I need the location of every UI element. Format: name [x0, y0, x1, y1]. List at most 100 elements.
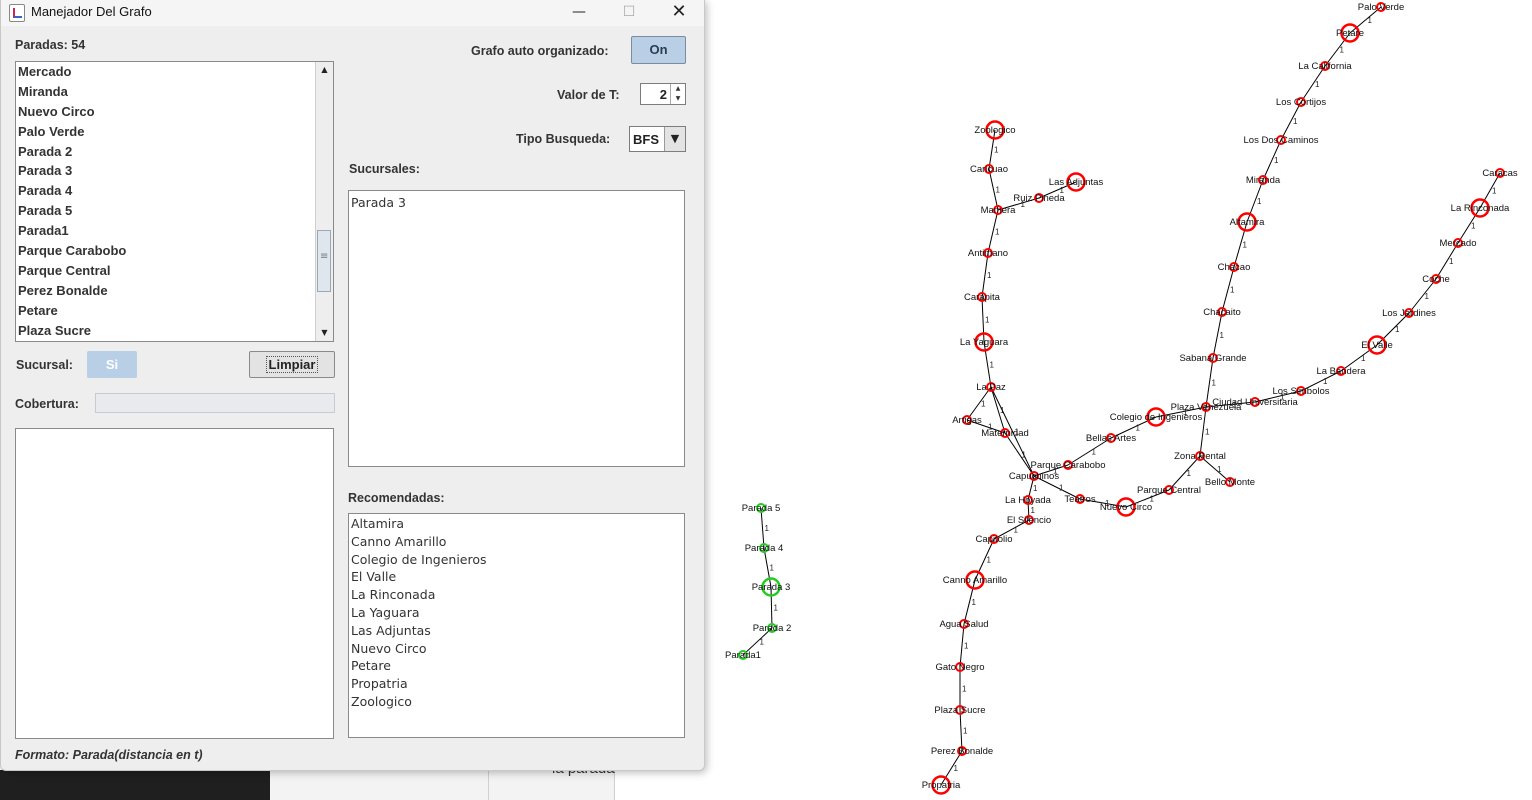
- edge-weight-label: 1: [1340, 46, 1345, 55]
- scroll-up-arrow-icon[interactable]: ▲: [316, 62, 333, 78]
- scroll-thumb[interactable]: [317, 230, 331, 292]
- t-value-label: Valor de T:: [557, 88, 620, 102]
- paradas-list-item[interactable]: Plaza Sucre: [16, 321, 333, 341]
- graph-edge: [959, 709, 963, 752]
- paradas-list-item[interactable]: Palo Verde: [16, 122, 333, 142]
- graph-node-label: El Valle: [1361, 340, 1393, 351]
- edge-weight-label: 1: [1492, 187, 1497, 196]
- t-value-spinner[interactable]: 2 ▲ ▼: [640, 83, 686, 105]
- graph-edge: [981, 296, 985, 343]
- graph-node-label: Miranda: [1246, 175, 1281, 186]
- edge-weight-label: 1: [963, 727, 968, 736]
- edge-weight-label: 1: [987, 271, 992, 280]
- chevron-down-icon[interactable]: ▼: [664, 127, 685, 151]
- paradas-items: Mercado Miranda Nuevo Circo Palo Verde Parad…: [16, 62, 333, 340]
- edge-weight-label: 1: [1471, 222, 1476, 231]
- edge-weight-label: 1: [1368, 16, 1373, 25]
- recomendada-list-item[interactable]: Canno Amarillo: [349, 533, 684, 551]
- sucursales-list[interactable]: Parada 3: [348, 190, 685, 467]
- paradas-list-item[interactable]: Parada 5: [16, 201, 333, 221]
- recomendada-list-item[interactable]: La Rinconada: [349, 586, 684, 604]
- maximize-button[interactable]: ☐: [606, 0, 652, 26]
- graph-node-label: Nuevo Circo: [1100, 502, 1152, 513]
- auto-organize-toggle[interactable]: On: [631, 36, 686, 64]
- spinner-arrows-icon[interactable]: ▲ ▼: [670, 84, 685, 104]
- edge-weight-label: 1: [1031, 506, 1036, 515]
- graph-nodes: Palo Verde Petare La California Los Cortijo…: [725, 2, 1518, 795]
- recomendadas-list[interactable]: Altamira Canno Amarillo Colegio de Ingenie…: [348, 513, 685, 738]
- graph-node-label: Petare: [1336, 28, 1364, 39]
- graph-node-label: La Paz: [976, 382, 1006, 393]
- graph-edge: [770, 586, 773, 629]
- recomendada-list-item[interactable]: Altamira: [349, 515, 684, 533]
- paradas-list-item[interactable]: Parada1: [16, 221, 333, 241]
- format-hint: Formato: Parada(distancia en t): [15, 748, 203, 762]
- paradas-list-item[interactable]: Parque Carabobo: [16, 241, 333, 261]
- edge-weight-label: 1: [1187, 469, 1192, 478]
- paradas-list-item[interactable]: Parada 3: [16, 161, 333, 181]
- paradas-list-item[interactable]: Petare: [16, 301, 333, 321]
- background-document: la parada: [270, 760, 615, 800]
- edge-weight-label: 1: [1230, 286, 1235, 295]
- si-button[interactable]: Si: [87, 351, 137, 378]
- paradas-list[interactable]: Mercado Miranda Nuevo Circo Palo Verde Parad…: [15, 61, 334, 342]
- graph-node-label: La Hoyada: [1005, 495, 1052, 506]
- paradas-list-item[interactable]: Mercado: [16, 62, 333, 82]
- graph-node-label: Teatros: [1064, 494, 1095, 505]
- sucursal-label: Sucursal:: [16, 358, 73, 372]
- recomendadas-label: Recomendadas:: [348, 491, 445, 505]
- paradas-list-item[interactable]: Parada 2: [16, 142, 333, 162]
- scroll-down-arrow-icon[interactable]: ▼: [316, 325, 333, 341]
- edge-weight-label: 1: [972, 598, 977, 607]
- graph-node-label: Parada 2: [753, 623, 792, 634]
- paradas-list-item[interactable]: Miranda: [16, 82, 333, 102]
- edge-weight-label: 1: [1257, 197, 1262, 206]
- edge-weight-label: 1: [954, 764, 959, 773]
- edge-weight-label: 1: [1217, 465, 1222, 474]
- recomendada-list-item[interactable]: Las Adjuntas: [349, 622, 684, 640]
- recomendada-list-item[interactable]: La Yaguara: [349, 604, 684, 622]
- edge-weight-label: 1: [1220, 331, 1225, 340]
- paradas-list-item[interactable]: Perez Bonalde: [16, 281, 333, 301]
- java-app-icon: [9, 4, 25, 22]
- graph-edge: [974, 538, 995, 581]
- recomendada-list-item[interactable]: Petare: [349, 657, 684, 675]
- graph-node-label: Ciudad Universitaria: [1212, 397, 1298, 408]
- edge-weight-label: 1: [770, 564, 775, 573]
- graph-node-label: Chacao: [1218, 262, 1251, 273]
- graph-node-label: Parada1: [725, 650, 761, 661]
- recomendada-list-item[interactable]: Nuevo Circo: [349, 640, 684, 658]
- edge-weight-label: 1: [1293, 117, 1298, 126]
- limpiar-button[interactable]: Limpiar: [249, 351, 335, 378]
- edge-weight-label: 1: [996, 186, 1001, 195]
- graph-node-label: Las Adjuntas: [1049, 177, 1104, 188]
- graph-canvas[interactable]: 1 1 1 1 1 1 1 1 1 1 1 1 1 1 1 1 1 1 1 1 1 1 1 1 1 1 1 1 1 1 1 1 1 1 1 1 1 1 1 1…: [704, 0, 1532, 800]
- graph-node-label: Parque Central: [1137, 485, 1201, 496]
- minimize-button[interactable]: —: [556, 0, 602, 26]
- edge-weight-label: 1: [1059, 484, 1064, 493]
- paradas-scrollbar[interactable]: ▲ ▼: [315, 62, 333, 341]
- window-title: Manejador Del Grafo: [31, 4, 152, 19]
- coverage-results-area[interactable]: [15, 428, 334, 739]
- paradas-list-item[interactable]: Nuevo Circo: [16, 102, 333, 122]
- recomendadas-items: Altamira Canno Amarillo Colegio de Ingenie…: [349, 515, 684, 711]
- recomendada-list-item[interactable]: El Valle: [349, 568, 684, 586]
- search-type-select[interactable]: BFS ▼: [629, 126, 686, 152]
- graph-node-label: Carapita: [964, 292, 1001, 303]
- edge-weight-label: 1: [1033, 484, 1038, 493]
- edge-weight-label: 1: [1205, 428, 1210, 437]
- graph-node-label: Artigas: [952, 415, 982, 426]
- recomendada-list-item[interactable]: Colegio de Ingenieros: [349, 551, 684, 569]
- title-bar[interactable]: Manejador Del Grafo — ☐ ✕: [1, 0, 704, 26]
- edge-weight-label: 1: [1243, 241, 1248, 250]
- paradas-list-item[interactable]: Parada 4: [16, 181, 333, 201]
- auto-organize-label: Grafo auto organizado:: [471, 44, 609, 58]
- paradas-list-item[interactable]: Parque Central: [16, 261, 333, 281]
- recomendada-list-item[interactable]: Propatria: [349, 675, 684, 693]
- limpiar-label: Limpiar: [265, 356, 319, 373]
- sucursal-list-item[interactable]: Parada 3: [349, 194, 684, 212]
- edge-weight-label: 1: [995, 228, 1000, 237]
- graph-node-label: Parada 4: [745, 543, 784, 554]
- recomendada-list-item[interactable]: Zoologico: [349, 693, 684, 711]
- close-button[interactable]: ✕: [656, 0, 702, 26]
